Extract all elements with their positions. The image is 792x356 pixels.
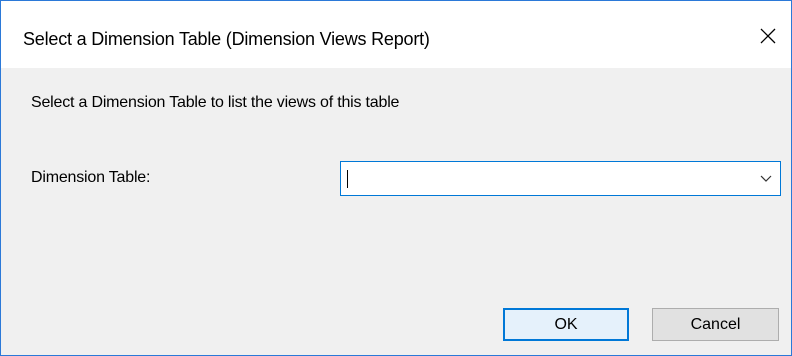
close-button[interactable] [745,15,791,59]
text-caret [347,170,348,188]
dropdown-button[interactable] [750,162,780,195]
dimension-table-label: Dimension Table: [31,169,151,186]
close-icon [760,28,776,44]
title-bar: Select a Dimension Table (Dimension View… [1,1,791,68]
window-title: Select a Dimension Table (Dimension View… [23,29,430,49]
instruction-text: Select a Dimension Table to list the vie… [31,94,400,111]
dimension-table-combobox[interactable] [340,161,781,196]
dialog-window: Select a Dimension Table (Dimension View… [0,0,792,356]
chevron-down-icon [760,175,772,182]
dialog-body: Select a Dimension Table to list the vie… [1,68,791,355]
cancel-button[interactable]: Cancel [652,308,779,341]
ok-button[interactable]: OK [503,308,629,341]
